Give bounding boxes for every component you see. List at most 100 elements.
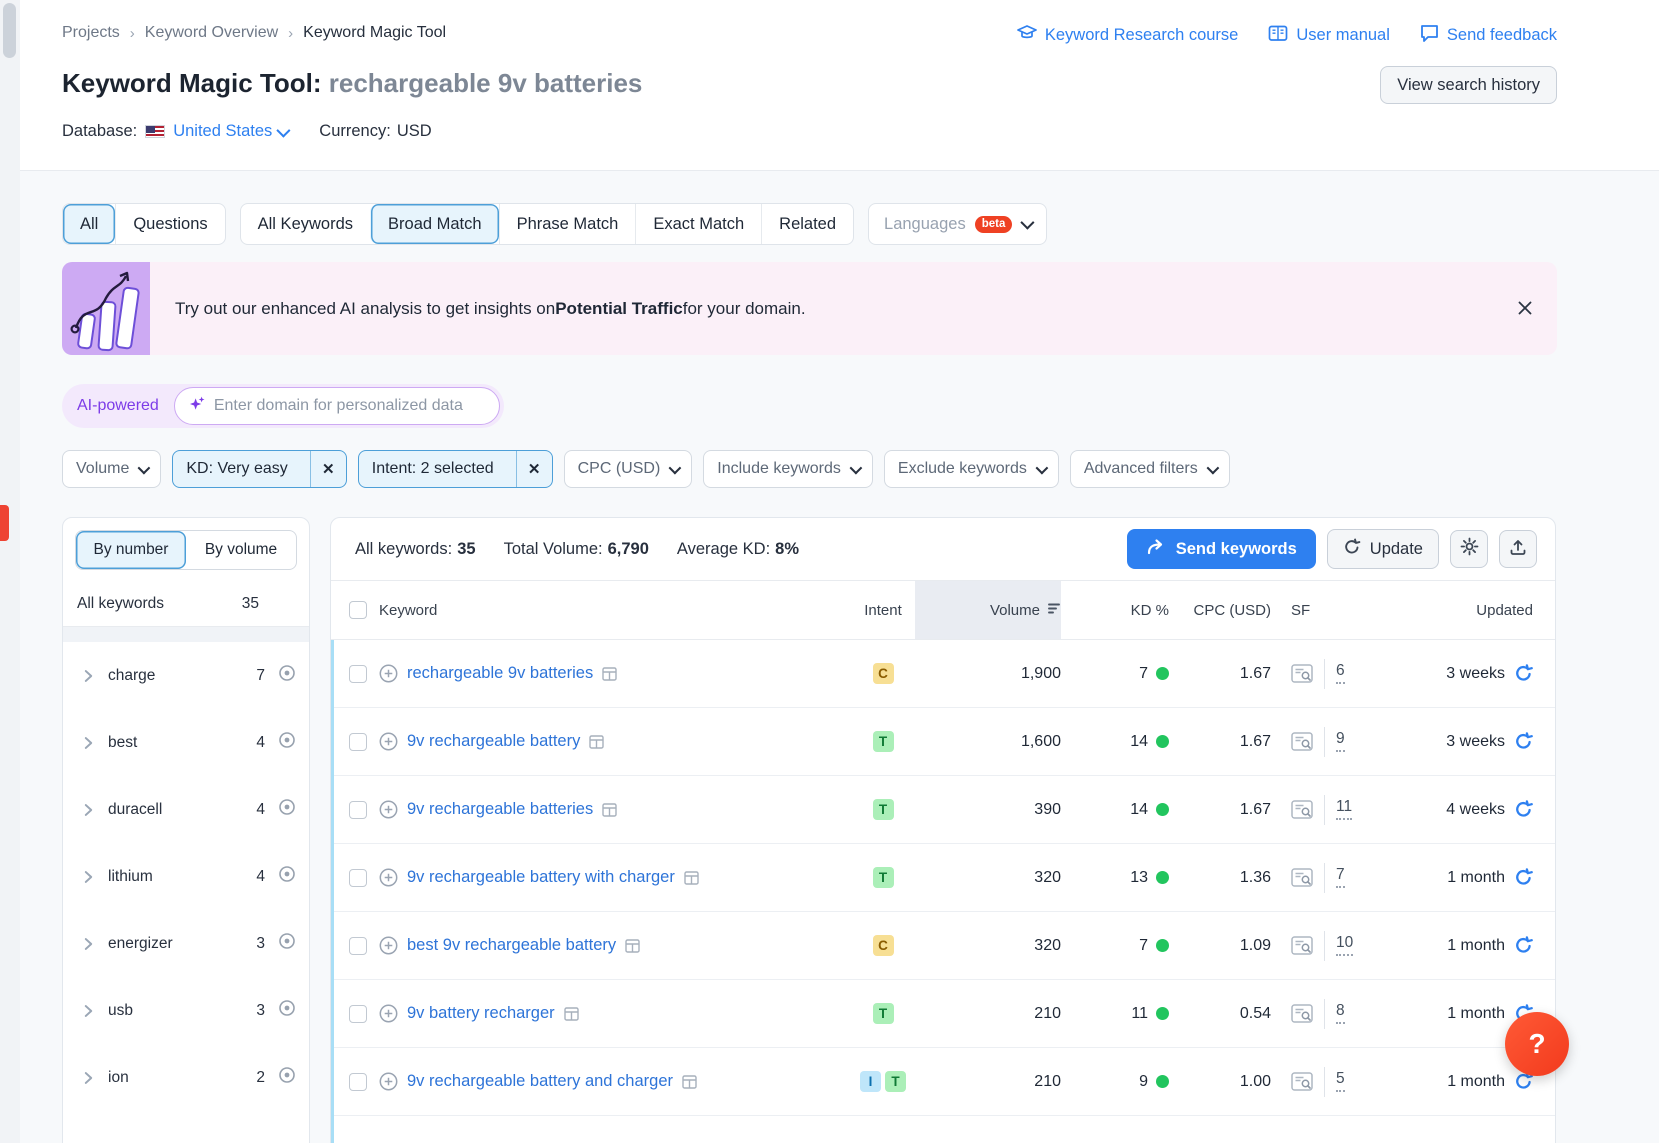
sort-by-volume-toggle[interactable]: By volume	[186, 531, 296, 569]
filter-include-keywords[interactable]: Include keywords	[703, 450, 873, 488]
eye-preview-icon[interactable]	[278, 865, 296, 888]
tab-phrase-match[interactable]: Phrase Match	[499, 204, 636, 244]
sf-count-link[interactable]: 11	[1336, 799, 1352, 819]
send-feedback-link[interactable]: Send feedback	[1420, 24, 1557, 47]
keyword-link[interactable]: rechargeable 9v batteries	[407, 664, 593, 683]
keyword-group-best[interactable]: best4	[63, 709, 309, 776]
row-checkbox[interactable]	[349, 733, 367, 751]
eye-preview-icon[interactable]	[278, 932, 296, 955]
serp-preview-icon[interactable]	[1291, 664, 1313, 683]
sf-count-link[interactable]: 7	[1336, 867, 1345, 887]
sf-count-link[interactable]: 5	[1336, 1071, 1345, 1091]
refresh-icon[interactable]	[1514, 936, 1533, 955]
sf-count-link[interactable]: 10	[1336, 935, 1353, 955]
serp-preview-icon[interactable]	[1291, 1004, 1313, 1023]
column-intent[interactable]: Intent	[864, 602, 902, 619]
serp-grid-icon[interactable]	[682, 1075, 697, 1089]
serp-preview-icon[interactable]	[1291, 732, 1313, 751]
update-button[interactable]: Update	[1327, 529, 1439, 569]
add-keyword-icon[interactable]	[379, 936, 398, 955]
domain-input[interactable]	[214, 397, 486, 415]
filter-intent-2-selected[interactable]: Intent: 2 selected✕	[358, 450, 553, 488]
keyword-link[interactable]: 9v rechargeable battery	[407, 732, 580, 751]
keyword-group-ion[interactable]: ion2	[63, 1044, 309, 1111]
sf-count-link[interactable]: 9	[1336, 731, 1345, 751]
help-button[interactable]: ?	[1505, 1012, 1569, 1076]
select-all-checkbox[interactable]	[349, 601, 367, 619]
column-volume[interactable]: Volume	[990, 602, 1040, 619]
view-search-history-button[interactable]: View search history	[1380, 66, 1557, 104]
column-cpc[interactable]: CPC (USD)	[1194, 602, 1272, 619]
eye-preview-icon[interactable]	[278, 798, 296, 821]
sort-by-number-toggle[interactable]: By number	[76, 531, 186, 569]
serp-preview-icon[interactable]	[1291, 868, 1313, 887]
tab-all-keywords[interactable]: All Keywords	[241, 204, 370, 244]
refresh-icon[interactable]	[1514, 868, 1533, 887]
tab-exact-match[interactable]: Exact Match	[635, 204, 761, 244]
keyword-link[interactable]: 9v rechargeable battery and charger	[407, 1072, 673, 1091]
sort-descending-icon[interactable]	[1047, 602, 1061, 619]
row-checkbox[interactable]	[349, 1005, 367, 1023]
keyword-link[interactable]: 9v rechargeable battery with charger	[407, 868, 675, 887]
refresh-icon[interactable]	[1514, 800, 1533, 819]
row-checkbox[interactable]	[349, 1073, 367, 1091]
keyword-group-duracell[interactable]: duracell4	[63, 776, 309, 843]
row-checkbox[interactable]	[349, 937, 367, 955]
serp-grid-icon[interactable]	[589, 735, 604, 749]
serp-grid-icon[interactable]	[602, 667, 617, 681]
refresh-icon[interactable]	[1514, 732, 1533, 751]
user-manual-link[interactable]: User manual	[1268, 25, 1390, 47]
tab-related[interactable]: Related	[761, 204, 853, 244]
languages-dropdown[interactable]: Languages beta	[868, 203, 1047, 245]
serp-preview-icon[interactable]	[1291, 800, 1313, 819]
breadcrumb-keyword-overview[interactable]: Keyword Overview	[145, 24, 278, 42]
column-keyword[interactable]: Keyword	[379, 602, 437, 619]
eye-preview-icon[interactable]	[278, 664, 296, 687]
row-checkbox[interactable]	[349, 801, 367, 819]
keyword-group-charge[interactable]: charge7	[63, 642, 309, 709]
column-sf[interactable]: SF	[1291, 602, 1310, 619]
database-selector[interactable]: United States	[173, 122, 287, 141]
scrollbar-thumb[interactable]	[3, 3, 16, 58]
filter-kd-very-easy[interactable]: KD: Very easy✕	[172, 450, 346, 488]
keyword-group-usb[interactable]: usb3	[63, 977, 309, 1044]
tab-questions[interactable]: Questions	[115, 204, 224, 244]
send-keywords-button[interactable]: Send keywords	[1127, 529, 1316, 569]
sf-count-link[interactable]: 6	[1336, 663, 1345, 683]
eye-preview-icon[interactable]	[278, 999, 296, 1022]
add-keyword-icon[interactable]	[379, 800, 398, 819]
row-checkbox[interactable]	[349, 869, 367, 887]
eye-preview-icon[interactable]	[278, 1066, 296, 1089]
filter-advanced-filters[interactable]: Advanced filters	[1070, 450, 1230, 488]
tab-broad-match[interactable]: Broad Match	[370, 204, 499, 244]
add-keyword-icon[interactable]	[379, 732, 398, 751]
table-settings-button[interactable]	[1450, 530, 1488, 568]
keyword-group-lithium[interactable]: lithium4	[63, 843, 309, 910]
filter-exclude-keywords[interactable]: Exclude keywords	[884, 450, 1059, 488]
serp-grid-icon[interactable]	[625, 939, 640, 953]
add-keyword-icon[interactable]	[379, 1072, 398, 1091]
row-checkbox[interactable]	[349, 665, 367, 683]
filter-cpc-usd-[interactable]: CPC (USD)	[564, 450, 693, 488]
keyword-link[interactable]: 9v battery recharger	[407, 1004, 555, 1023]
close-icon[interactable]	[1517, 300, 1533, 321]
keyword-group-energizer[interactable]: energizer3	[63, 910, 309, 977]
column-kd[interactable]: KD %	[1131, 602, 1169, 619]
serp-preview-icon[interactable]	[1291, 1072, 1313, 1091]
sf-count-link[interactable]: 8	[1336, 1003, 1345, 1023]
eye-preview-icon[interactable]	[278, 731, 296, 754]
clear-filter-icon[interactable]: ✕	[310, 451, 346, 487]
left-edge-red-tab[interactable]	[0, 505, 9, 541]
column-updated[interactable]: Updated	[1476, 602, 1533, 619]
filter-volume[interactable]: Volume	[62, 450, 161, 488]
add-keyword-icon[interactable]	[379, 1004, 398, 1023]
add-keyword-icon[interactable]	[379, 868, 398, 887]
keyword-research-course-link[interactable]: Keyword Research course	[1017, 24, 1239, 47]
refresh-icon[interactable]	[1514, 664, 1533, 683]
keyword-link[interactable]: 9v rechargeable batteries	[407, 800, 593, 819]
breadcrumb-projects[interactable]: Projects	[62, 24, 120, 42]
all-keywords-group[interactable]: All keywords 35	[63, 582, 309, 626]
serp-grid-icon[interactable]	[684, 871, 699, 885]
serp-grid-icon[interactable]	[564, 1007, 579, 1021]
add-keyword-icon[interactable]	[379, 664, 398, 683]
